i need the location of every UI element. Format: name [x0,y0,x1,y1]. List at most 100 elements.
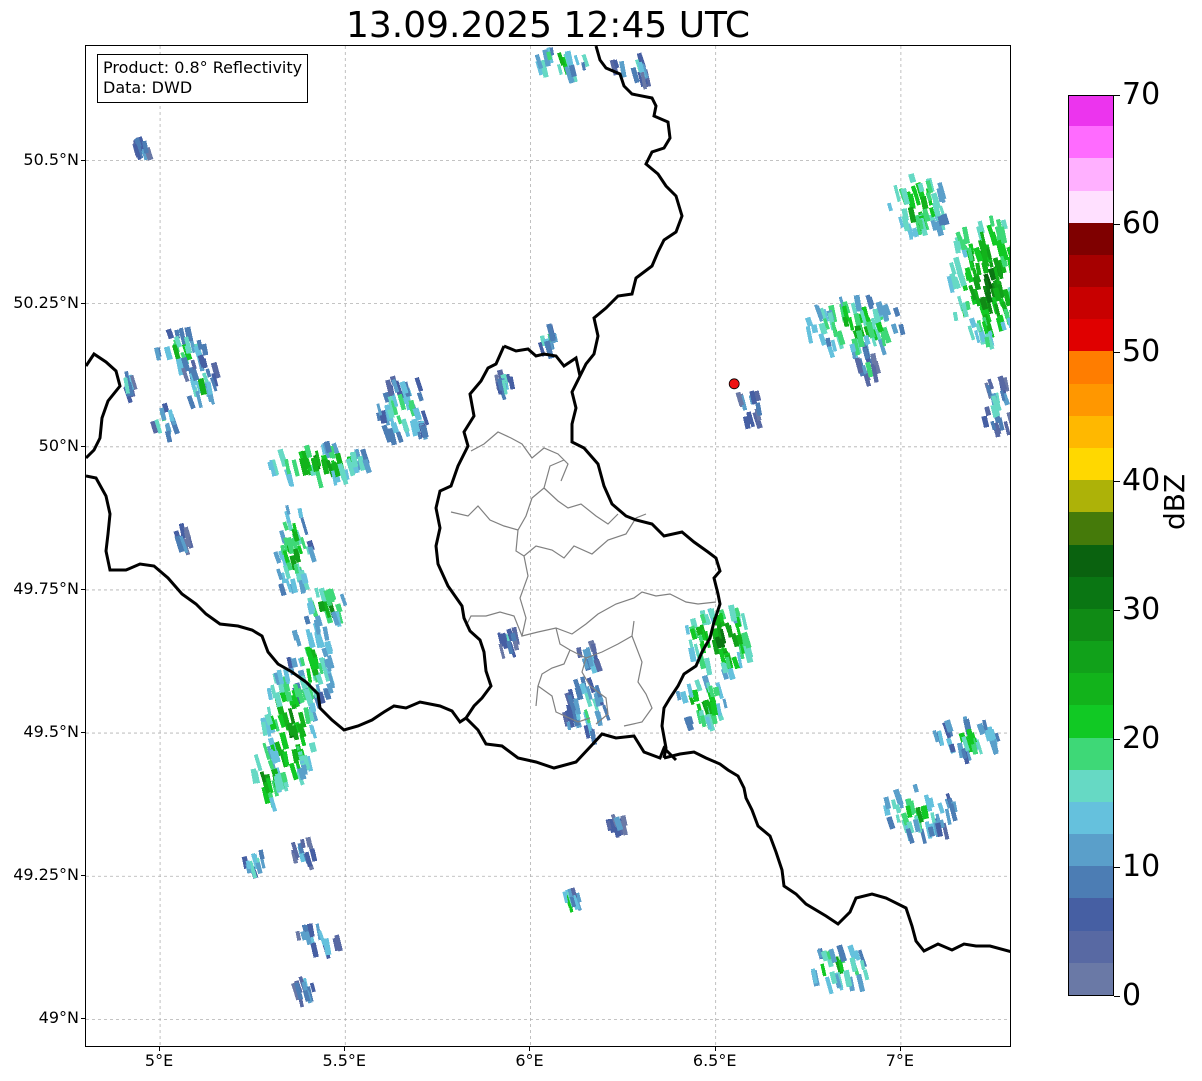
lat-tick-label: 50°N [38,435,79,455]
radar-pixel [306,668,313,683]
radar-pixel [890,323,899,335]
colorbar-segment [1069,543,1113,577]
colorbar-segment [1069,447,1113,481]
radar-pixel [886,816,896,830]
radar-pixel [322,626,330,641]
lat-tick-label: 49.75°N [13,578,79,598]
colorbar-segment [1069,286,1113,320]
lon-tick-label: 5.5°E [322,1051,367,1070]
radar-pixel [269,796,278,812]
colorbar-tick-mark [1114,867,1120,869]
precip-cell [306,587,348,628]
precip-cell [290,836,318,871]
radar-pixel [416,391,424,402]
radar-pixel [679,690,689,704]
colorbar-tick-label: 30 [1122,591,1161,627]
colorbar-tick-mark [1114,481,1120,483]
colorbar-segment [1069,254,1113,288]
precip-cell [810,944,870,995]
lat-tick-mark [81,588,85,590]
colorbar-tick-label: 60 [1122,205,1161,241]
precipitation-layer [123,47,1010,1008]
precip-cell [735,390,763,430]
precip-cell [804,294,906,365]
radar-pixel [847,317,855,331]
product-info-box: Product: 0.8° Reflectivity Data: DWD [97,54,309,103]
radar-pixel [895,814,901,823]
precip-cell [494,369,516,401]
precip-cell [241,849,266,879]
lon-tick-label: 6°E [515,1051,544,1070]
lat-tick-label: 50.25°N [13,292,79,312]
colorbar-segment [1069,640,1113,674]
radar-pixel [291,459,300,477]
colorbar-segment [1069,672,1113,706]
radar-pixel [308,741,317,753]
radar-pixel [862,969,870,981]
radar-pixel [948,743,956,753]
precip-cell [675,674,728,732]
radar-pixel [887,202,893,212]
precip-cell [497,626,520,659]
lat-tick-label: 49.25°N [13,865,79,885]
radar-pixel [186,395,196,410]
colorbar-tick-label: 40 [1122,463,1161,499]
colorbar-tick-mark [1114,738,1120,740]
product-label: Product: 0.8° Reflectivity [103,58,303,77]
colorbar-segment [1069,930,1113,963]
precip-cell [981,375,1010,438]
precip-cell [173,522,194,556]
colorbar-segment [1069,962,1113,995]
radar-pixel [201,343,209,356]
colorbar-segment [1069,96,1113,127]
precip-cell [534,47,590,84]
radar-pixel [165,328,175,340]
lon-tick-mark [344,1047,346,1051]
radar-pixel [675,690,682,701]
colorbar-tick-mark [1114,609,1120,611]
radar-site-layer [728,378,740,390]
colorbar-segment [1069,833,1113,867]
colorbar-segment [1069,769,1113,802]
radar-pixel [305,836,313,848]
colorbar-tick-mark [1114,352,1120,354]
colorbar-tick-label: 50 [1122,334,1161,370]
data-source-label: Data: DWD [103,78,193,97]
precip-cell [883,783,958,845]
radar-pixel [315,470,324,489]
radar-pixel [952,311,959,322]
colorbar-segment [1069,608,1113,642]
radar-pixel [740,612,749,631]
radar-pixel [722,698,728,709]
lon-tick-label: 7°E [885,1051,915,1070]
colorbar-segment [1069,157,1113,191]
lat-tick-mark [81,445,85,447]
border-luxembourg-west [434,344,678,770]
radar-pixel [306,632,316,649]
radar-site-marker[interactable] [728,378,740,390]
radar-pixel [908,173,917,184]
lat-tick-label: 50.5°N [23,149,79,169]
precip-cell [291,976,316,1008]
colorbar-tick-mark [1114,996,1120,997]
radar-pixel [825,337,832,347]
border-belgium-germany-north [86,351,122,460]
colorbar-segment [1069,865,1113,899]
radar-pixel [684,624,691,635]
lon-tick-label: 5°E [144,1051,174,1070]
radar-pixel [912,783,919,793]
radar-pixel [573,54,580,66]
radar-pixel [164,430,173,443]
radar-pixel [303,615,311,625]
colorbar [1068,95,1114,996]
precip-cell [154,326,209,376]
precip-cell [376,375,430,446]
radar-map[interactable] [85,45,1011,1047]
radar-pixel [818,332,827,346]
precip-cell [150,402,180,443]
map-canvas [86,46,1010,1046]
colorbar-segment [1069,189,1113,223]
radar-pixel [508,376,516,390]
lon-tick-mark [714,1047,716,1051]
precip-cell [605,813,628,839]
